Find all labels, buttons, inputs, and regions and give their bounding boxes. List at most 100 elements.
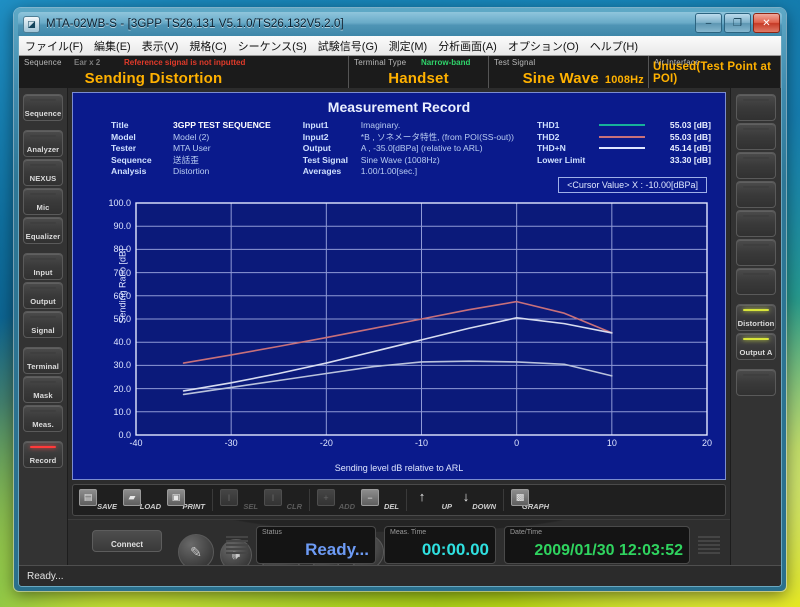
toolbar-button-label: SEL — [243, 502, 258, 511]
left-sidebar-item-signal[interactable]: Signal — [23, 311, 63, 338]
datetime-value: 2009/01/30 12:03:52 — [534, 542, 683, 559]
right-sidebar-item-output-a[interactable]: Output A — [736, 333, 776, 360]
toolbar-button-down[interactable]: ↓ DOWN — [456, 488, 498, 512]
menu-item-file[interactable]: ファイル(F) — [25, 38, 83, 54]
arrow-down-icon: ↓ — [462, 489, 470, 504]
status-gauge: Status Ready... — [256, 526, 376, 564]
left-sidebar-item-record[interactable]: Record — [23, 441, 63, 468]
maximize-button[interactable]: ❐ — [724, 13, 751, 33]
info-sequence-label: Sequence — [24, 58, 62, 67]
toolbar-button-add: + ADD — [315, 488, 357, 512]
menu-item-help[interactable]: ヘルプ(H) — [590, 38, 638, 54]
info-test-signal: Test Signal Sine Wave 1008Hz — [489, 56, 649, 89]
toolbar-button-label: CLR — [286, 502, 302, 511]
window-controls: – ❐ ✕ — [695, 13, 780, 33]
sidebar-item-label: Meas. — [32, 420, 54, 429]
menu-bar: ファイル(F) 編集(E) 表示(V) 規格(C) シーケンス(S) 試験信号(… — [19, 36, 781, 56]
left-sidebar-item-output[interactable]: Output — [23, 282, 63, 309]
info-testsignal-value: Sine Wave — [522, 70, 599, 87]
meas-time-value: 00:00.00 — [421, 540, 489, 559]
menu-item-standard[interactable]: 規格(C) — [189, 38, 226, 54]
toolbar-button-label: ADD — [338, 502, 355, 511]
right-sidebar-item-distortion[interactable]: Distortion — [736, 304, 776, 331]
toolbar-button-clr: I CLR — [262, 488, 304, 512]
status-gauge-label: Status — [262, 529, 282, 536]
sidebar-item-label: Output — [30, 297, 56, 306]
deck-grill-right — [698, 536, 720, 554]
right-sidebar-item-empty-0[interactable] — [736, 94, 776, 121]
menu-item-measure[interactable]: 測定(M) — [389, 38, 428, 54]
connect-button[interactable]: Connect — [92, 530, 162, 552]
left-sidebar-item-input[interactable]: Input — [23, 253, 63, 280]
left-sidebar-item-mic[interactable]: Mic — [23, 188, 63, 215]
left-sidebar-item-mask[interactable]: Mask — [23, 376, 63, 403]
right-sidebar-item-empty-2[interactable] — [736, 152, 776, 179]
right-sidebar-item-empty-5[interactable] — [736, 239, 776, 266]
info-terminal-value: Handset — [388, 70, 449, 87]
sidebar-item-label: Input — [33, 268, 53, 277]
center-column: Measurement Record Title 3GPP TEST SEQUEN… — [68, 88, 730, 586]
left-sidebar-item-sequence[interactable]: Sequence — [23, 94, 63, 121]
left-sidebar-item-analyzer[interactable]: Analyzer — [23, 130, 63, 157]
menu-item-sequence[interactable]: シーケンス(S) — [238, 38, 307, 54]
plot-area-wrapper: Sending Ratio [dB] Sending level dB rela… — [73, 93, 725, 479]
toolbar-separator — [212, 489, 213, 511]
right-sidebar-item-empty-1[interactable] — [736, 123, 776, 150]
window-title: MTA-02WB-S - [3GPP TS26.131 V5.1.0/TS26.… — [46, 18, 344, 30]
sidebar-item-label: Distortion — [737, 319, 775, 328]
printer-icon: ▣ — [167, 489, 185, 506]
close-button[interactable]: ✕ — [753, 13, 780, 33]
measurement-record-panel: Measurement Record Title 3GPP TEST SEQUEN… — [72, 92, 726, 480]
left-sidebar-item-meas[interactable]: Meas. — [23, 405, 63, 432]
toolbar-button-del[interactable]: − DEL — [359, 488, 401, 512]
info-testsignal-freq: 1008Hz — [604, 74, 644, 86]
record-toolbar: ▤ SAVE ▰ LOAD ▣ PRINT I SEL I CLR + ADD − DEL ↑ UP ↓ DOWN… — [72, 484, 726, 516]
status-bar: Ready... — [19, 565, 781, 586]
menu-item-analysis[interactable]: 分析画面(A) — [438, 38, 497, 54]
left-sidebar-item-terminal[interactable]: Terminal — [23, 347, 63, 374]
right-sidebar-item-empty-4[interactable] — [736, 210, 776, 237]
toolbar-button-label: DEL — [384, 502, 399, 511]
right-sidebar-item-empty-6[interactable] — [736, 268, 776, 295]
toolbar-button-label: SAVE — [97, 502, 117, 511]
info-airinterface-value: Unused(Test Point at POI) — [653, 61, 772, 85]
toolbar-button-graph[interactable]: ▩ GRAPH — [509, 488, 551, 512]
right-sidebar-item-empty-3[interactable] — [736, 181, 776, 208]
info-terminal-label: Terminal Type — [354, 58, 407, 67]
clear-icon: I — [264, 489, 282, 506]
minimize-button[interactable]: – — [695, 13, 722, 33]
menu-item-testsignal[interactable]: 試験信号(G) — [318, 38, 378, 54]
toolbar-button-label: PRINT — [182, 502, 206, 511]
arrow-up-icon: ↑ — [418, 489, 426, 504]
toolbar-button-up[interactable]: ↑ UP — [412, 488, 454, 512]
toolbar-button-label: DOWN — [472, 502, 496, 511]
info-terminal-band: Narrow-band — [421, 58, 471, 67]
toolbar-button-save[interactable]: ▤ SAVE — [77, 488, 119, 512]
sidebar-item-label: Signal — [31, 326, 55, 335]
sidebar-item-label: NEXUS — [29, 174, 57, 183]
menu-item-option[interactable]: オプション(O) — [508, 38, 579, 54]
sidebar-item-label: Terminal — [27, 362, 59, 371]
sidebar-item-label: Mic — [36, 203, 50, 212]
menu-item-edit[interactable]: 編集(E) — [94, 38, 131, 54]
deck-grill-left — [226, 536, 248, 554]
info-testsignal-label: Test Signal — [494, 58, 536, 67]
datetime-gauge: Date/Time 2009/01/30 12:03:52 — [504, 526, 690, 564]
connect-button-label: Connect — [111, 540, 143, 549]
info-ear-label: Ear x 2 — [74, 58, 101, 67]
toolbar-button-load[interactable]: ▰ LOAD — [121, 488, 163, 512]
menu-item-view[interactable]: 表示(V) — [142, 38, 179, 54]
title-bar: ◪ MTA-02WB-S - [3GPP TS26.131 V5.1.0/TS2… — [18, 12, 782, 36]
toolbar-button-print[interactable]: ▣ PRINT — [165, 488, 207, 512]
toolbar-button-sel: I SEL — [218, 488, 260, 512]
application-window: ◪ MTA-02WB-S - [3GPP TS26.131 V5.1.0/TS2… — [14, 8, 786, 591]
minus-icon: − — [361, 489, 379, 506]
toolbar-separator — [309, 489, 310, 511]
meas-time-gauge: Meas. Time 00:00.00 — [384, 526, 496, 564]
sidebar-item-label: Sequence — [24, 109, 62, 118]
plot-svg[interactable] — [73, 93, 725, 479]
right-sidebar-item-empty-9[interactable] — [736, 369, 776, 396]
toolbar-separator — [406, 489, 407, 511]
left-sidebar-item-equalizer[interactable]: Equalizer — [23, 217, 63, 244]
left-sidebar-item-nexus[interactable]: NEXUS — [23, 159, 63, 186]
